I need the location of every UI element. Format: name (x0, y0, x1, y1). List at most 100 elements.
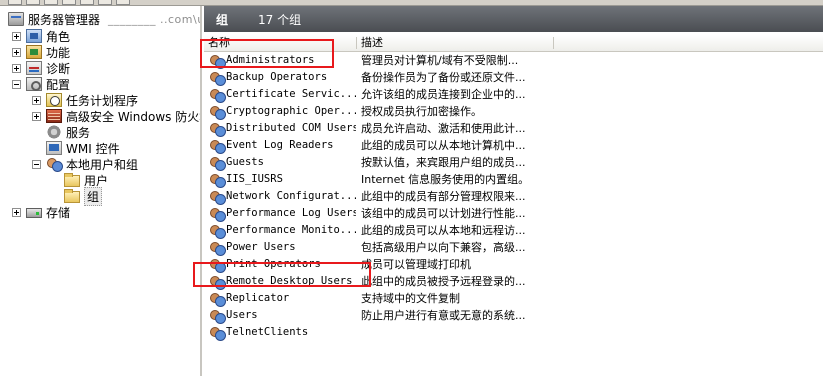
group-description: Internet 信息服务使用的内置组。 (361, 173, 530, 186)
table-row[interactable]: Administrators 管理员对计算机/域有不受限制... (204, 52, 823, 69)
table-row[interactable]: Distributed COM Users 成员允许启动、激活和使用此计... (204, 120, 823, 137)
group-name: Cryptographic Oper... (226, 105, 356, 117)
group-icon (209, 172, 226, 188)
group-name: Users (226, 309, 258, 321)
tree-item-configuration[interactable]: 配置 (12, 76, 70, 92)
group-icon (209, 138, 226, 154)
tree-item-label: 配置 (46, 77, 71, 92)
tree-item-label: 任务计划程序 (66, 93, 139, 108)
tree-root-label: 服务器管理器 (28, 12, 101, 27)
folder-icon (64, 188, 80, 203)
back-button[interactable] (8, 0, 22, 5)
table-row[interactable]: TelnetClients (204, 324, 823, 341)
group-icon (209, 274, 226, 290)
group-icon (209, 155, 226, 171)
tree-item-roles[interactable]: 角色 (12, 28, 70, 44)
configuration-icon (26, 77, 42, 91)
group-description: 该组中的成员可以计划进行性能... (361, 207, 526, 220)
group-description: 支持域中的文件复制 (361, 292, 460, 305)
table-row[interactable]: Network Configurat... 此组中的成员有部分管理权限来... (204, 188, 823, 205)
group-name: Distributed COM Users (226, 122, 356, 134)
table-row[interactable]: Backup Operators 备份操作员为了备份或还原文件... (204, 69, 823, 86)
table-row[interactable]: Performance Monito... 此组的成员可以从本地和远程访... (204, 222, 823, 239)
group-description: 按默认值，来宾跟用户组的成员... (361, 156, 526, 169)
group-icon (209, 104, 226, 120)
tree-item-services[interactable]: 服务 (32, 124, 90, 140)
group-name: Power Users (226, 241, 296, 253)
group-count: 17 个组 (258, 12, 302, 27)
group-name: Event Log Readers (226, 139, 334, 151)
tree-item-label: 服务 (66, 125, 91, 140)
group-name: Network Configurat... (226, 190, 356, 202)
group-name: Print Operators (226, 258, 321, 270)
collapse-icon[interactable] (12, 79, 21, 89)
tree-item-label: 角色 (46, 29, 71, 44)
table-row[interactable]: Replicator 支持域中的文件复制 (204, 290, 823, 307)
group-description: 成员可以管理域打印机 (361, 258, 471, 271)
tree-item-wmi[interactable]: WMI 控件 (32, 140, 120, 156)
expand-icon[interactable] (12, 63, 21, 73)
table-row[interactable]: Certificate Servic... 允许该组的成员连接到企业中的... (204, 86, 823, 103)
group-description: 此组中的成员被授予远程登录的... (361, 275, 526, 288)
tree-item-storage[interactable]: 存储 (12, 204, 70, 220)
group-icon (209, 53, 226, 69)
group-name: IIS_IUSRS (226, 173, 283, 185)
tree-item-task-scheduler[interactable]: 任务计划程序 (32, 92, 138, 108)
group-description: 包括高级用户以向下兼容，高级... (361, 241, 526, 254)
expand-icon[interactable] (12, 207, 21, 217)
expand-icon[interactable] (12, 47, 21, 57)
table-row[interactable]: Cryptographic Oper... 授权成员执行加密操作。 (204, 103, 823, 120)
group-description: 此组的成员可以从本地计算机中... (361, 139, 526, 152)
expand-icon[interactable] (32, 95, 41, 105)
column-header-description[interactable]: 描述 (357, 35, 817, 51)
table-row[interactable]: Print Operators 成员可以管理域打印机 (204, 256, 823, 273)
tree-item-firewall[interactable]: 高级安全 Windows 防火墙 (32, 108, 200, 124)
expand-icon[interactable] (32, 111, 41, 121)
tree-item-features[interactable]: 功能 (12, 44, 70, 60)
firewall-icon (46, 109, 62, 123)
server-name-blurred: ________ ..com\u0Q (108, 12, 200, 26)
group-icon (209, 189, 226, 205)
table-row[interactable]: Performance Log Users 该组中的成员可以计划进行性能... (204, 205, 823, 222)
tree-item-label: 功能 (46, 45, 71, 60)
tree-item-label: 组 (84, 186, 103, 206)
help-button[interactable] (116, 0, 130, 5)
up-button[interactable] (44, 0, 58, 5)
group-description (361, 324, 821, 341)
group-description: 允许该组的成员连接到企业中的... (361, 88, 526, 101)
table-row[interactable]: Event Log Readers 此组的成员可以从本地计算机中... (204, 137, 823, 154)
table-row[interactable]: Users 防止用户进行有意或无意的系统... (204, 307, 823, 324)
column-header-row: 名称 描述 (204, 35, 823, 52)
export-button[interactable] (98, 0, 112, 5)
group-description: 防止用户进行有意或无意的系统... (361, 309, 526, 322)
group-description: 此组的成员可以从本地和远程访... (361, 224, 526, 237)
show-hide-tree-button[interactable] (62, 0, 76, 5)
tree-item-groups[interactable]: 组 (50, 186, 103, 206)
table-row[interactable]: Guests 按默认值，来宾跟用户组的成员... (204, 154, 823, 171)
tree-item-diagnostics[interactable]: 诊断 (12, 60, 70, 76)
column-header-name[interactable]: 名称 (204, 35, 356, 51)
group-icon (209, 291, 226, 307)
users-icon (46, 157, 63, 172)
console-tree[interactable]: 服务器管理器 ________ ..com\u0Q 角色 功能 诊断 配置 任务… (0, 6, 202, 376)
diagnostics-icon (26, 61, 42, 75)
group-icon (209, 257, 226, 273)
details-pane: 组 17 个组 名称 描述 Administrators 管理员对计算机/域有不受… (193, 6, 823, 376)
forward-button[interactable] (26, 0, 40, 5)
group-icon (209, 121, 226, 137)
folder-icon (64, 172, 80, 187)
table-row[interactable]: Power Users 包括高级用户以向下兼容，高级... (204, 239, 823, 256)
tree-root-server-manager[interactable]: 服务器管理器 ________ ..com\u0Q (8, 11, 200, 27)
group-icon (209, 223, 226, 239)
table-row[interactable]: IIS_IUSRS Internet 信息服务使用的内置组。 (204, 171, 823, 188)
group-icon (209, 206, 226, 222)
expand-icon[interactable] (12, 31, 21, 41)
table-row[interactable]: Remote Desktop Users 此组中的成员被授予远程登录的... (204, 273, 823, 290)
group-description: 备份操作员为了备份或还原文件... (361, 71, 526, 84)
group-name: Administrators (226, 54, 315, 66)
tree-item-local-users-groups[interactable]: 本地用户和组 (32, 156, 138, 172)
collapse-icon[interactable] (32, 159, 41, 169)
group-name: Performance Monito... (226, 224, 356, 236)
refresh-button[interactable] (80, 0, 94, 5)
column-resize-handle[interactable] (553, 37, 554, 49)
